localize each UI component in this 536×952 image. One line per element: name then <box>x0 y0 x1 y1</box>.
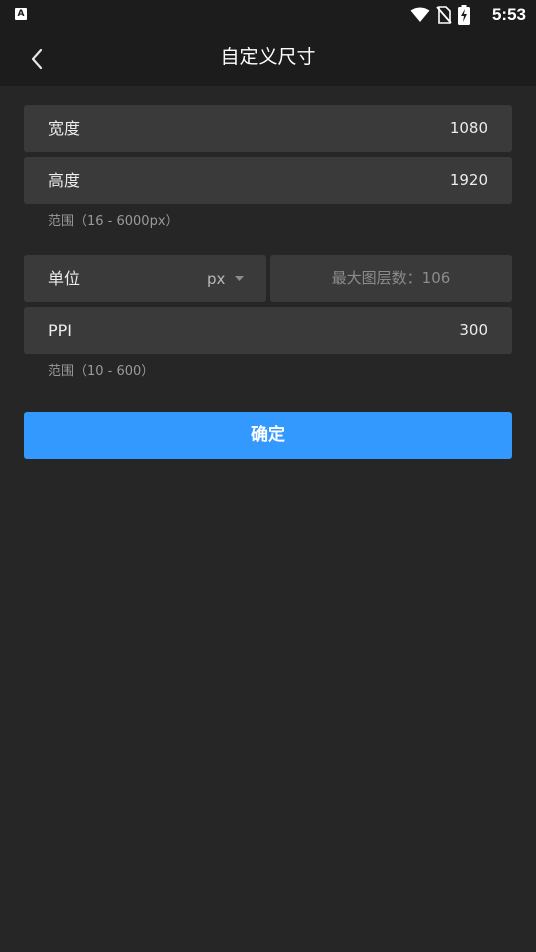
unit-label: 单位 <box>48 269 81 288</box>
height-input[interactable]: 1920 <box>450 157 488 204</box>
chevron-left-icon <box>31 48 43 70</box>
status-icons <box>410 5 470 25</box>
width-field[interactable]: 宽度 1080 <box>24 105 512 152</box>
height-label: 高度 <box>48 171 81 190</box>
app-bar: 自定义尺寸 <box>0 32 536 86</box>
height-field[interactable]: 高度 1920 <box>24 157 512 204</box>
status-bar: A 5:53 <box>0 0 536 32</box>
battery-charging-icon <box>458 5 470 25</box>
max-layers-box: 最大图层数：106 <box>270 255 512 302</box>
ppi-input[interactable]: 300 <box>459 307 488 354</box>
unit-dropdown[interactable]: px <box>207 255 245 302</box>
back-button[interactable] <box>20 42 54 76</box>
unit-field[interactable]: 单位 px <box>24 255 266 302</box>
unit-value: px <box>207 269 226 288</box>
ppi-label: PPI <box>48 321 73 340</box>
size-range-hint: 范围（16 - 6000px） <box>48 214 179 229</box>
status-time: 5:53 <box>491 5 526 24</box>
ppi-range-hint: 范围（10 - 600） <box>48 364 155 379</box>
wifi-icon <box>410 7 430 22</box>
no-sim-icon <box>436 6 452 24</box>
width-label: 宽度 <box>48 119 81 138</box>
app-notification-icon: A <box>15 8 27 20</box>
ppi-field[interactable]: PPI 300 <box>24 307 512 354</box>
dropdown-arrow-icon <box>235 276 245 281</box>
page-title: 自定义尺寸 <box>220 46 316 68</box>
confirm-button[interactable]: 确定 <box>24 412 512 459</box>
max-layers-text: 最大图层数：106 <box>331 269 451 287</box>
width-input[interactable]: 1080 <box>450 105 488 152</box>
